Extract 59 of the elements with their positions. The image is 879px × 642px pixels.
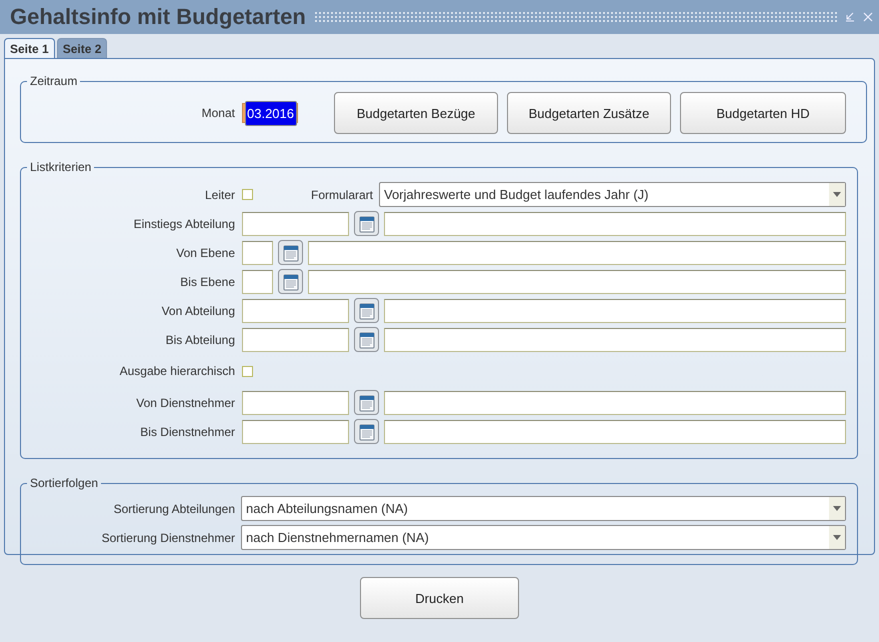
field-label: Monat xyxy=(200,106,236,120)
field-label: Sortierung Dienstnehmer xyxy=(100,530,236,544)
month-field[interactable]: 03.2016 xyxy=(242,103,298,123)
tab[interactable]: Seite 2 xyxy=(56,38,108,58)
field-label: Bis Dienstnehmer xyxy=(139,424,236,438)
group-title: Sortierfolgen xyxy=(29,476,100,490)
field-label: Sortierung Abteilungen xyxy=(112,502,236,516)
list-icon xyxy=(358,302,376,320)
tab[interactable]: Seite 1 xyxy=(4,38,55,58)
list-icon xyxy=(358,422,376,440)
list-icon xyxy=(358,214,376,232)
dropdown[interactable]: Vorjahreswerte und Budget laufendes Jahr (J) xyxy=(379,182,846,207)
window-title: Gehaltsinfo mit Budgetarten xyxy=(10,4,306,30)
input-field[interactable] xyxy=(308,240,846,264)
checkbox[interactable] xyxy=(242,366,253,376)
input-field[interactable] xyxy=(308,270,846,294)
list-icon xyxy=(282,272,300,290)
input-field[interactable] xyxy=(384,328,846,352)
lookup-button[interactable] xyxy=(278,240,303,265)
input-field[interactable] xyxy=(242,270,273,294)
lookup-button[interactable] xyxy=(278,269,303,294)
checkbox[interactable] xyxy=(242,189,253,200)
field-label: Bis Abteilung xyxy=(164,332,236,346)
input-field[interactable] xyxy=(384,212,846,236)
close-icon[interactable] xyxy=(863,12,873,22)
input-field[interactable] xyxy=(242,212,349,236)
field-label: Formularart xyxy=(310,188,374,202)
print-button[interactable]: Drucken xyxy=(360,577,519,619)
lookup-button[interactable] xyxy=(354,211,379,236)
restore-icon[interactable] xyxy=(845,12,855,22)
list-icon xyxy=(358,330,376,348)
dropdown[interactable]: nach Abteilungsnamen (NA) xyxy=(241,496,846,521)
input-field[interactable] xyxy=(242,298,349,322)
budget-button[interactable]: Budgetarten Zusätze xyxy=(507,92,671,134)
field-label: Von Ebene xyxy=(175,246,236,260)
input-field[interactable] xyxy=(242,328,349,352)
field-label: Ausgabe hierarchisch xyxy=(118,364,236,378)
list-icon xyxy=(282,244,300,262)
field-label: Einstiegs Abteilung xyxy=(132,216,236,230)
field-label: Bis Ebene xyxy=(179,274,236,288)
budget-button[interactable]: Budgetarten HD xyxy=(680,92,846,134)
budget-button[interactable]: Budgetarten Bezüge xyxy=(334,92,498,134)
input-field[interactable] xyxy=(242,390,349,414)
group-title: Listkriterien xyxy=(29,160,92,174)
lookup-button[interactable] xyxy=(354,390,379,415)
field-label: Von Abteilung xyxy=(160,304,236,318)
dropdown[interactable]: nach Dienstnehmernamen (NA) xyxy=(241,525,846,550)
field-label: Leiter xyxy=(204,188,236,202)
input-field[interactable] xyxy=(242,240,273,264)
group-title: Zeitraum xyxy=(29,74,78,88)
lookup-button[interactable] xyxy=(354,298,379,323)
lookup-button[interactable] xyxy=(354,419,379,444)
input-field[interactable] xyxy=(242,420,349,444)
lookup-button[interactable] xyxy=(354,327,379,352)
list-icon xyxy=(358,394,376,412)
field-label: Von Dienstnehmer xyxy=(135,396,236,410)
input-field[interactable] xyxy=(384,420,846,444)
input-field[interactable] xyxy=(384,390,846,414)
input-field[interactable] xyxy=(384,298,846,322)
